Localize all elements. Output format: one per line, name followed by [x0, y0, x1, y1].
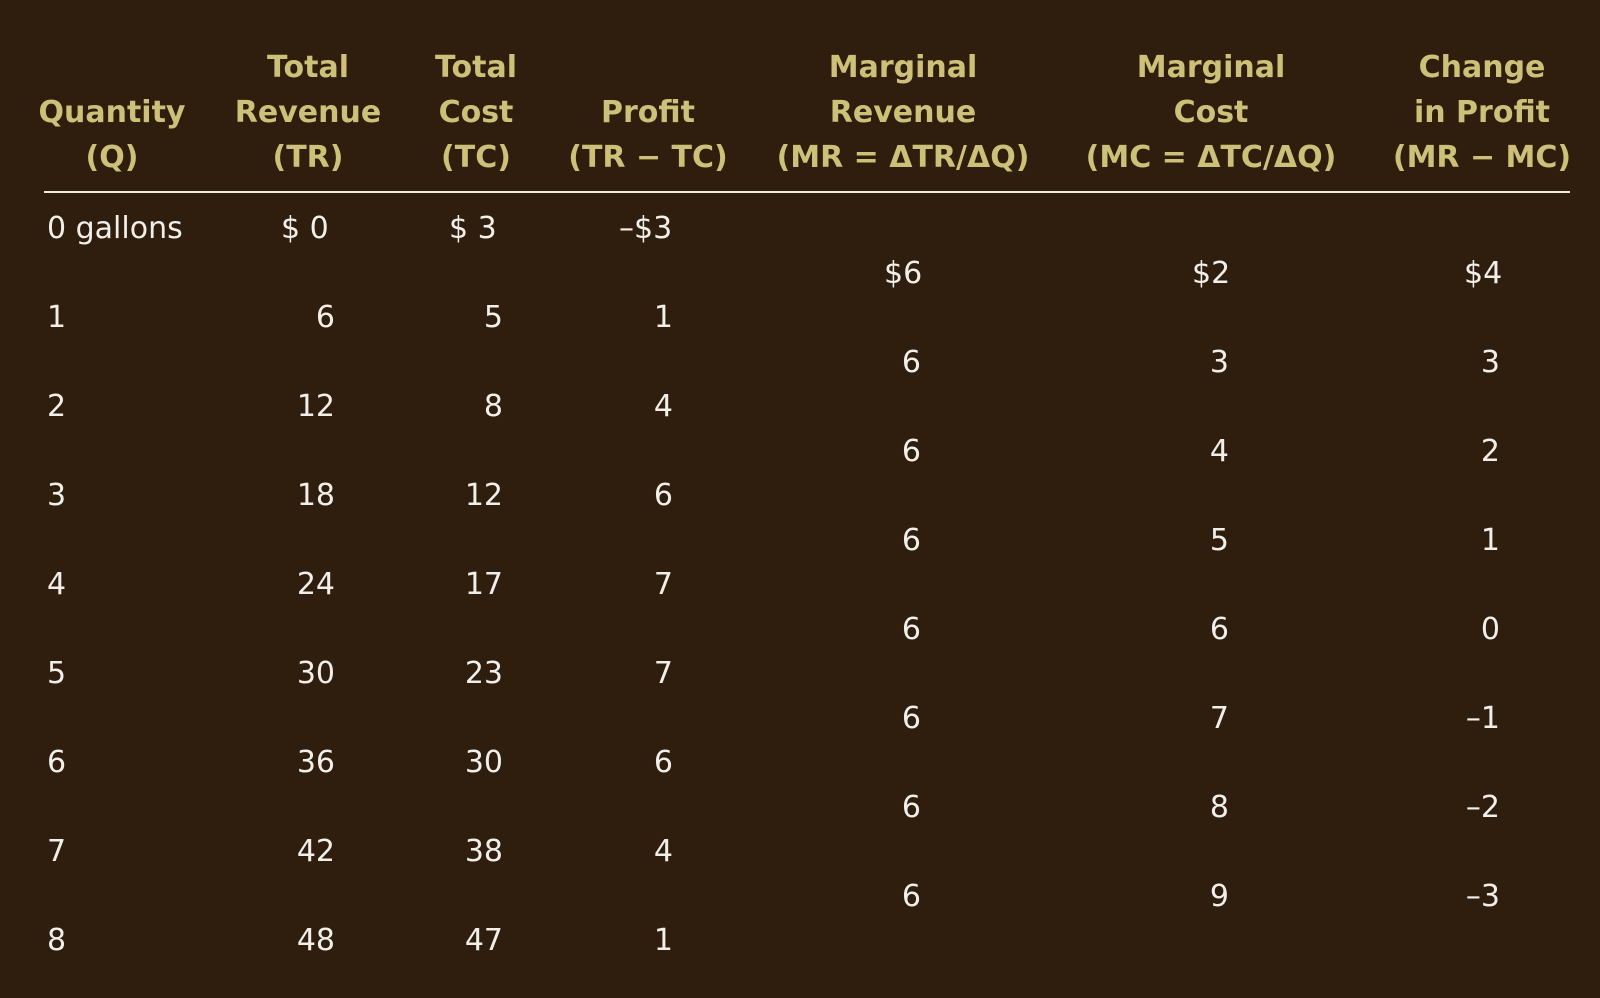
header-change-in-profit: Change in Profit (MR − MC) — [1342, 45, 1600, 180]
header-divider — [44, 191, 1570, 193]
cell-quantity: 5 — [47, 656, 67, 691]
cell-marginal-cost: 6 — [1209, 611, 1229, 647]
cell-total-cost: 17 — [464, 567, 503, 602]
header-line: Cost — [1173, 95, 1249, 130]
cell-quantity: 6 — [47, 745, 67, 780]
cell-change-in-profit: –3 — [1465, 878, 1500, 914]
cell-change-in-profit: $4 — [1464, 255, 1503, 291]
cell-marginal-revenue: 6 — [901, 789, 921, 825]
cell-total-revenue: 12 — [296, 389, 335, 424]
cell-marginal-revenue: 6 — [901, 700, 921, 736]
cell-quantity: 0 gallons — [47, 211, 183, 246]
cell-change-in-profit: 2 — [1480, 433, 1500, 469]
cell-total-revenue: 18 — [296, 478, 335, 513]
cell-quantity: 4 — [47, 567, 67, 602]
cell-quantity: 8 — [47, 923, 67, 958]
cell-marginal-cost: 8 — [1209, 789, 1229, 825]
cell-quantity: 1 — [47, 300, 67, 335]
cell-profit: 7 — [653, 656, 673, 691]
cell-quantity: 2 — [47, 389, 67, 424]
header-line — [508, 45, 788, 90]
header-line: (MC = ΔTC/ΔQ) — [1085, 140, 1337, 175]
cell-total-cost: 8 — [483, 389, 503, 424]
cell-total-revenue: 36 — [296, 745, 335, 780]
cell-quantity: 7 — [47, 834, 67, 869]
cell-total-cost: 5 — [483, 300, 503, 335]
cell-total-revenue: 6 — [315, 300, 335, 335]
header-line: in Profit — [1413, 95, 1551, 130]
header-line: Marginal — [828, 50, 978, 85]
cell-profit: 6 — [653, 478, 673, 513]
cell-total-cost: 30 — [464, 745, 503, 780]
cell-total-revenue: 30 — [296, 656, 335, 691]
header-line: (MR − MC) — [1392, 140, 1572, 175]
header-line: (MR = ΔTR/ΔQ) — [776, 140, 1030, 175]
cell-change-in-profit: 0 — [1480, 611, 1500, 647]
cell-marginal-cost: 7 — [1209, 700, 1229, 736]
cell-quantity: 3 — [47, 478, 67, 513]
cell-marginal-revenue: 6 — [901, 878, 921, 914]
cell-profit: –$3 — [619, 211, 673, 246]
cell-profit: 4 — [653, 389, 673, 424]
cell-change-in-profit: –2 — [1465, 789, 1500, 825]
header-line: Revenue — [829, 95, 977, 130]
cell-total-cost: 47 — [464, 923, 503, 958]
header-line: (TR − TC) — [568, 140, 728, 175]
cell-marginal-revenue: 6 — [901, 433, 921, 469]
header-line: Marginal — [1136, 50, 1286, 85]
header-line: Change — [1418, 50, 1546, 85]
cell-change-in-profit: 3 — [1480, 344, 1500, 380]
cell-marginal-revenue: 6 — [901, 344, 921, 380]
cell-marginal-revenue: $6 — [884, 255, 923, 291]
cell-total-cost: 12 — [464, 478, 503, 513]
header-profit: Profit (TR − TC) — [508, 45, 788, 180]
cell-total-revenue: 24 — [296, 567, 335, 602]
cell-profit: 4 — [653, 834, 673, 869]
cell-total-cost: 38 — [464, 834, 503, 869]
cell-profit: 1 — [653, 300, 673, 335]
cell-marginal-cost: 9 — [1209, 878, 1229, 914]
cell-total-cost: $ 3 — [449, 211, 497, 246]
header-marginal-revenue: Marginal Revenue (MR = ΔTR/ΔQ) — [763, 45, 1043, 180]
cell-total-cost: 23 — [464, 656, 503, 691]
cell-marginal-revenue: 6 — [901, 522, 921, 558]
header-line: Profit — [601, 95, 695, 130]
cell-profit: 7 — [653, 567, 673, 602]
cell-change-in-profit: –1 — [1465, 700, 1500, 736]
cell-total-revenue: 48 — [296, 923, 335, 958]
cell-total-revenue: $ 0 — [281, 211, 329, 246]
cell-change-in-profit: 1 — [1480, 522, 1500, 558]
cell-marginal-cost: 4 — [1209, 433, 1229, 469]
cell-marginal-cost: 3 — [1209, 344, 1229, 380]
cell-profit: 6 — [653, 745, 673, 780]
cell-marginal-cost: $2 — [1192, 255, 1231, 291]
cell-marginal-revenue: 6 — [901, 611, 921, 647]
header-marginal-cost: Marginal Cost (MC = ΔTC/ΔQ) — [1071, 45, 1351, 180]
cell-profit: 1 — [653, 923, 673, 958]
cell-total-revenue: 42 — [296, 834, 335, 869]
cell-marginal-cost: 5 — [1209, 522, 1229, 558]
